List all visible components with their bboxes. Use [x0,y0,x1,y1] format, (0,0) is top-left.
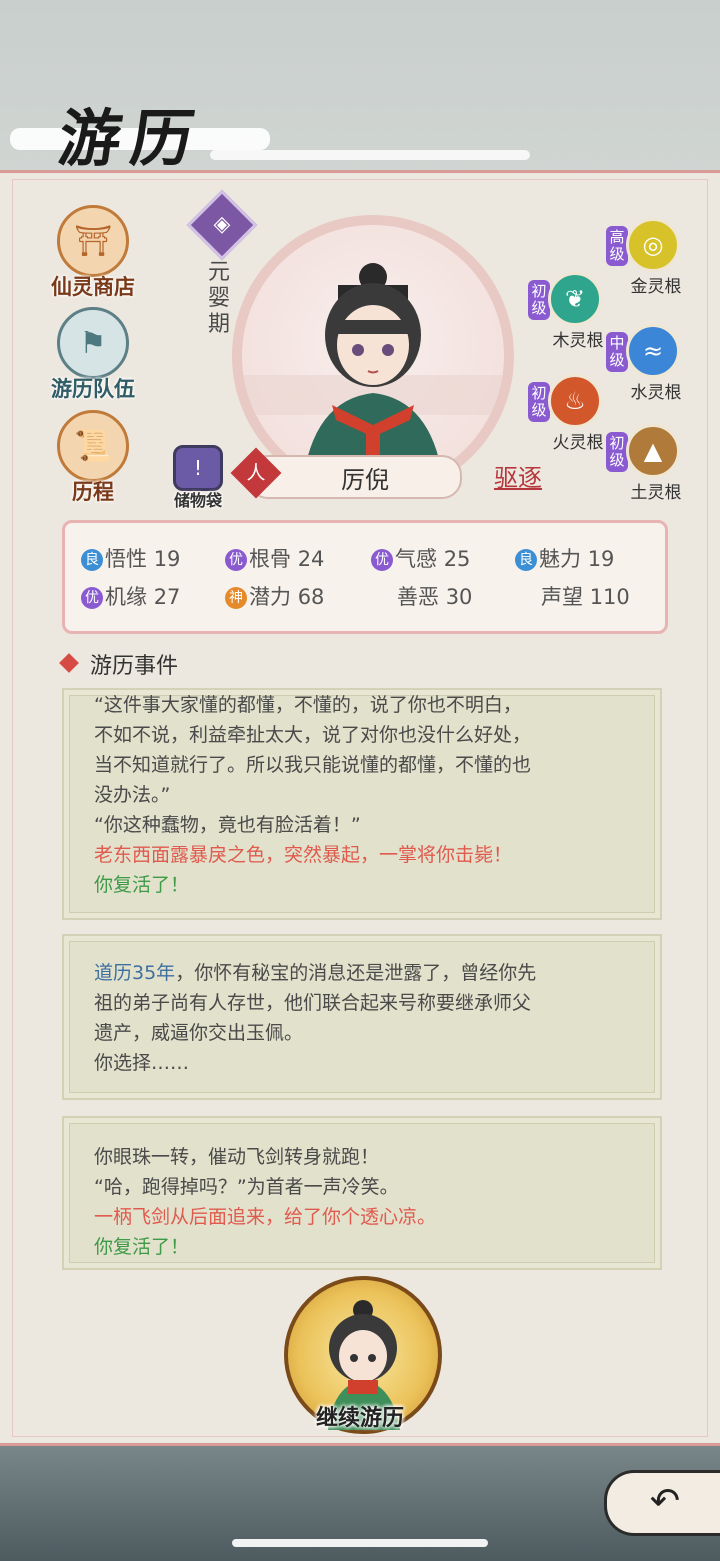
fire-root-icon: ♨ [548,374,602,428]
shop-gate-icon: ⛩ [57,205,129,277]
stat-bone: 优根骨 24 [225,543,324,573]
event-line: 老东西面露暴戾之色，突然暴起，一掌将你击毙！ [94,844,513,866]
travel-team-label: 游历队伍 [51,376,135,401]
storage-bag-label: 储物袋 [173,491,222,510]
attribute-panel: 良悟性 19 优根骨 24 优气感 25 良魅力 19 优机缘 27 神潜力 6… [62,520,668,634]
expel-button[interactable]: 驱逐 [494,458,542,493]
storage-bag-button[interactable]: ! 储物袋 [168,445,228,511]
event-card: 你眼珠一转，催动飞剑转身就跑！ “哈，跑得掉吗？”为首者一声冷笑。 一柄飞剑从后… [62,1116,662,1270]
stat-morality: 善恶 30 [397,581,472,611]
stat-label: 善恶 [397,585,439,609]
stat-value: 30 [445,585,473,609]
stat-value: 27 [153,585,181,609]
history-button[interactable]: 📜 历程 [38,410,148,506]
event-line: 你复活了！ [94,1236,190,1258]
event-line: 当不知道就行了。所以我只能说懂的都懂，不懂的也 [94,754,532,776]
root-grade-tag: 中级 [606,332,628,372]
grade-badge: 良 [81,549,103,571]
root-grade-tag: 高级 [606,226,628,266]
race-badge: 人 [230,447,282,499]
immortal-shop-label: 仙灵商店 [51,274,135,299]
stat-label: 根骨 [249,547,291,571]
stat-value: 110 [589,585,630,609]
scroll-icon: 📜 [57,410,129,482]
event-card: “这件事大家懂的都懂，不懂的，说了你也不明白， 不如不说，利益牵扯太大，说了对你… [62,688,662,920]
metal-root-icon: ◎ [626,218,680,272]
event-date: 道历35年 [94,962,176,984]
events-header: 游历事件 [59,648,179,680]
root-grade-tag: 初级 [528,382,550,422]
stat-reputation: 声望 110 [541,581,630,611]
event-line: 一柄飞剑从后面追来，给了你个透心凉。 [94,1206,437,1228]
stat-label: 机缘 [105,585,147,609]
grade-badge: 优 [81,587,103,609]
travel-team-button[interactable]: ⚑ 游历队伍 [38,307,148,403]
stat-charm: 良魅力 19 [515,543,614,573]
character-avatar-illustration [242,263,504,487]
stat-luck: 优机缘 27 [81,581,180,611]
stat-value: 19 [153,547,181,571]
spirit-root-earth[interactable]: 初级 ▲ 土灵根 [606,424,716,504]
earth-root-icon: ▲ [626,424,680,478]
wood-root-icon: ❦ [548,272,602,326]
home-indicator[interactable] [232,1539,488,1547]
event-line: 遗产，威逼你交出玉佩。 [94,1022,304,1044]
stat-comprehension: 良悟性 19 [81,543,180,573]
stat-label: 魅力 [539,547,581,571]
stat-label: 气感 [395,547,437,571]
grade-badge: 优 [371,549,393,571]
stat-label: 声望 [541,585,583,609]
event-line-text: ，你怀有秘宝的消息还是泄露了，曾经你先 [175,962,537,984]
back-button[interactable]: ↶ [604,1470,720,1536]
event-line: 你眼珠一转，催动飞剑转身就跑！ [94,1146,380,1168]
realm-text: 元婴期 [207,260,230,337]
race-text: 人 [246,462,266,484]
stat-value: 68 [297,585,325,609]
continue-travel-label: 继续游历 [315,1405,404,1431]
character-name: 厉倪 [341,466,389,494]
stat-value: 25 [443,547,471,571]
stat-label: 悟性 [105,547,147,571]
event-line: 你选择…… [94,1052,190,1074]
history-label: 历程 [72,479,114,504]
root-grade-tag: 初级 [528,280,550,320]
event-line: 没办法。” [94,784,171,806]
event-card: 道历35年，你怀有秘宝的消息还是泄露了，曾经你先 祖的弟子尚有人存世，他们联合起… [62,934,662,1100]
page-title: 游历 [54,102,209,175]
event-text: “这件事大家懂的都懂，不懂的，说了你也不明白， 不如不说，利益牵扯太大，说了对你… [64,690,660,900]
event-line: “这件事大家懂的都懂，不懂的，说了你也不明白， [94,694,522,716]
water-root-icon: ≈ [626,324,680,378]
title-brush-stroke [210,150,530,160]
event-text: 你眼珠一转，催动飞剑转身就跑！ “哈，跑得掉吗？”为首者一声冷笑。 一柄飞剑从后… [64,1118,660,1262]
team-flag-icon: ⚑ [57,307,129,379]
event-line: “哈，跑得掉吗？”为首者一声冷笑。 [94,1176,399,1198]
immortal-shop-button[interactable]: ⛩ 仙灵商店 [38,205,148,301]
event-line: 不如不说，利益牵扯太大，说了对你也没什么好处， [94,724,532,746]
event-line: “你这种蠢物，竟也有脸活着！” [94,814,361,836]
event-text: 道历35年，你怀有秘宝的消息还是泄露了，曾经你先 祖的弟子尚有人存世，他们联合起… [64,936,660,1078]
grade-badge: 神 [225,587,247,609]
event-line: 道历35年，你怀有秘宝的消息还是泄露了，曾经你先 [94,958,660,988]
stat-value: 19 [587,547,615,571]
events-title: 游历事件 [90,654,179,679]
event-line: 你复活了！ [94,874,190,896]
root-grade-tag: 初级 [606,432,628,472]
grade-badge: 良 [515,549,537,571]
storage-bag-icon: ! [173,445,223,491]
stat-qi-sense: 优气感 25 [371,543,470,573]
stat-potential: 神潜力 68 [225,581,324,611]
bag-alert-badge: ! [193,456,203,480]
root-name: 土灵根 [630,483,682,503]
back-arrow-icon: ↶ [649,1481,681,1522]
grade-badge: 优 [225,549,247,571]
event-line: 祖的弟子尚有人存世，他们联合起来号称要继承师父 [94,992,532,1014]
stat-value: 24 [297,547,325,571]
stat-label: 潜力 [249,585,291,609]
diamond-icon [59,653,79,673]
